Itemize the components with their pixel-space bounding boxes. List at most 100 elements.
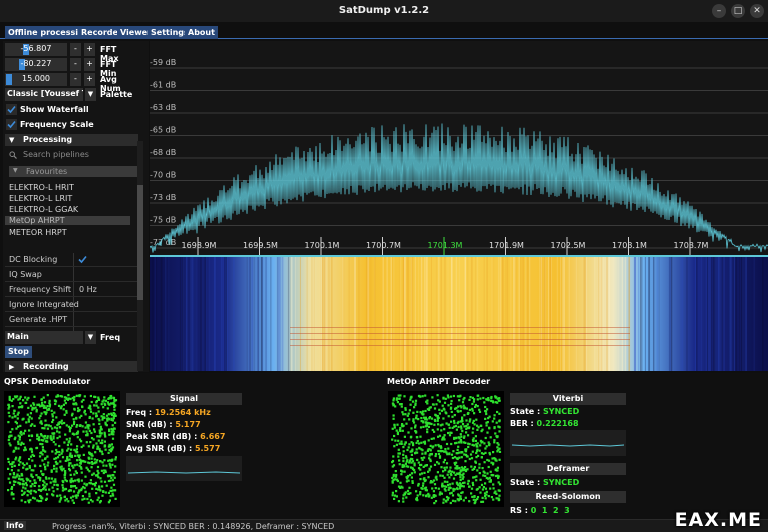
avg-num-increment-button[interactable]: + [84,73,95,86]
constellation-point [416,494,419,497]
processing-header[interactable]: ▼ Processing [5,134,138,146]
avg-num-decrement-button[interactable]: - [70,73,81,86]
minimize-button[interactable]: – [712,4,726,18]
constellation-point [75,448,78,451]
constellation-point [8,395,11,398]
fft-min-decrement-button[interactable]: - [70,58,81,71]
constellation-point [426,431,429,434]
constellation-point [113,470,116,474]
constellation-point [420,472,424,475]
left-panel-scrollbar[interactable] [137,141,143,371]
waterfall-streak [617,257,620,371]
maximize-button[interactable]: □ [731,4,745,18]
constellation-point [437,462,440,465]
constellation-point [63,474,66,477]
constellation-point [52,480,55,483]
option-generate-hpt[interactable]: Generate .HPT [5,312,138,327]
constellation-point [58,435,61,438]
constellation-point [42,479,45,482]
constellation-point [393,426,396,429]
option-iq-swap[interactable]: IQ Swap [5,267,138,282]
waterfall-streak [295,257,297,371]
constellation-point [26,467,29,470]
constellation-point [39,442,42,446]
frequency-tick-label: 1701.9M [489,241,524,250]
waterfall-streak [226,257,228,371]
constellation-point [442,396,445,399]
constellation-point [75,451,78,454]
constellation-point [40,499,43,503]
constellation-point [66,457,69,460]
constellation-point [423,471,426,474]
constellation-point [108,433,111,436]
constellation-point [438,434,442,437]
close-button[interactable]: ✕ [750,4,764,18]
fft-max-slider[interactable]: -56.807 [5,43,67,56]
pipeline-item-metop-ahrpt[interactable]: MetOp AHRPT [5,216,130,225]
favourites-header[interactable]: ▼ Favourites [9,166,138,177]
constellation-point [20,441,23,444]
constellation-point [497,476,500,480]
constellation-point [453,425,456,428]
constellation-point [408,443,411,446]
constellation-point [467,445,470,449]
constellation-point [482,486,485,489]
source-select[interactable]: Main [5,331,83,344]
dc-blocking-checkbox[interactable] [78,255,87,264]
constellation-point [66,449,69,452]
pipeline-item-elektro-l-hrit[interactable]: ELEKTRO-L HRIT [9,183,74,192]
pipeline-search-input[interactable]: Search pipelines [5,149,138,161]
waterfall-streak [539,257,541,371]
show-waterfall-checkbox[interactable] [6,104,17,115]
pipeline-item-elektro-l-ggak[interactable]: ELEKTRO-L GGAK [9,205,78,214]
fft-max-increment-button[interactable]: + [84,43,95,56]
avg-num-slider[interactable]: 15.000 [5,73,67,86]
constellation-point [22,432,25,435]
constellation-point [31,459,34,462]
pipeline-item-meteor-hrpt[interactable]: METEOR HRPT [9,228,67,237]
constellation-point [11,416,14,419]
chevron-down-icon[interactable]: ▼ [85,331,96,344]
tab-about[interactable]: About [185,26,218,39]
stop-button[interactable]: Stop [5,346,32,358]
frequency-shift-input[interactable]: 0 Hz [79,285,97,294]
waterfall-streak [374,257,376,371]
constellation-point [27,499,30,502]
recording-header[interactable]: ▶ Recording [5,361,138,372]
constellation-point [18,475,21,478]
constellation-point [45,406,48,409]
constellation-point [404,455,408,458]
frequency-scale-checkbox[interactable] [6,119,17,130]
chevron-down-icon[interactable]: ▼ [85,88,96,101]
constellation-point [7,460,10,463]
constellation-point [438,408,441,411]
constellation-point [41,459,44,462]
constellation-point [431,481,434,484]
constellation-point [56,437,59,440]
constellation-point [79,394,82,397]
fft-min-slider[interactable]: -80.227 [5,58,67,71]
constellation-point [111,479,114,482]
constellation-point [104,399,107,402]
constellation-point [419,473,422,476]
constellation-point [96,469,99,472]
constellation-point [92,446,95,449]
waterfall-streak [513,257,515,371]
info-button[interactable]: Info [4,521,26,530]
constellation-point [498,494,501,497]
palette-select[interactable]: Classic [Youssef Tou [5,88,83,101]
option-ignore-integrated[interactable]: Ignore Integrated [5,297,138,312]
constellation-point [445,462,449,465]
waterfall[interactable] [150,257,768,371]
constellation-point [423,456,426,459]
fft-min-increment-button[interactable]: + [84,58,95,71]
constellation-point [420,441,423,444]
fft-spectrum[interactable]: -59 dB -61 dB -63 dB -65 dB -68 dB -70 dB -73 … [150,41,768,257]
constellation-point [496,442,499,445]
fft-max-decrement-button[interactable]: - [70,43,81,56]
constellation-point [35,447,38,450]
pipeline-item-elektro-l-lrit[interactable]: ELEKTRO-L LRIT [9,194,72,203]
waterfall-streak [745,257,747,371]
constellation-point [67,500,70,503]
constellation-point [484,447,487,450]
